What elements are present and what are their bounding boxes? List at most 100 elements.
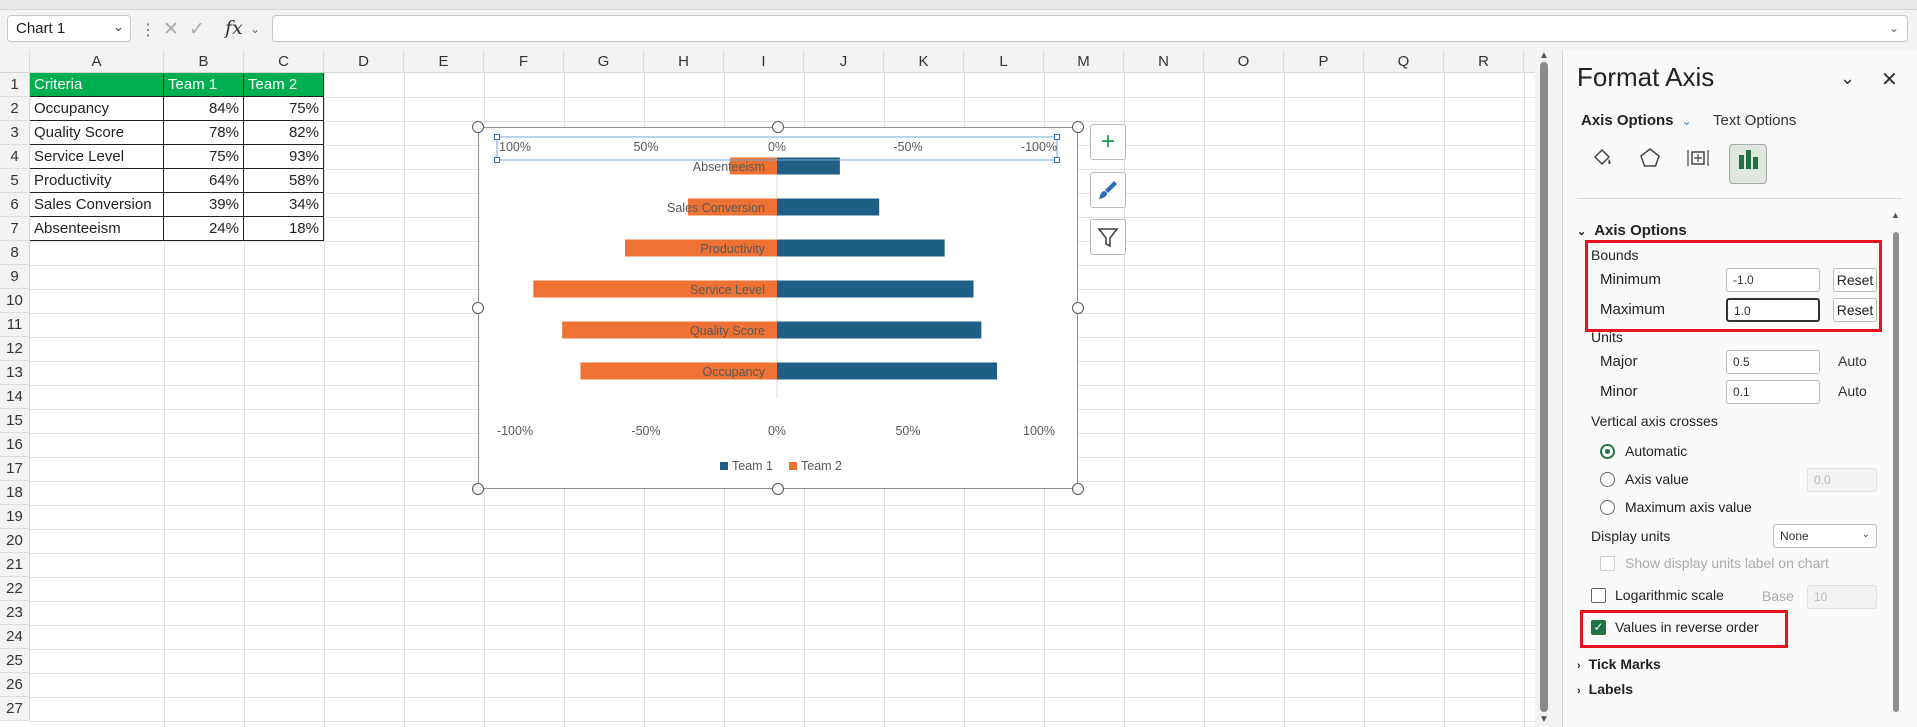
row-header[interactable]: 15 xyxy=(0,409,30,433)
formula-input[interactable]: ⌄ xyxy=(272,15,1908,42)
column-header[interactable]: D xyxy=(324,50,404,73)
row-header[interactable]: 10 xyxy=(0,289,30,313)
table-header-cell[interactable]: Team 1 xyxy=(164,73,244,97)
insert-function-button[interactable]: fx xyxy=(225,17,243,39)
log-scale-checkbox[interactable] xyxy=(1591,588,1606,603)
fill-line-icon[interactable] xyxy=(1583,144,1621,184)
row-header[interactable]: 9 xyxy=(0,265,30,289)
tab-text-options[interactable]: Text Options xyxy=(1713,112,1796,129)
row-header[interactable]: 25 xyxy=(0,649,30,673)
chevron-down-icon[interactable]: ⌄ xyxy=(113,19,124,35)
row-header[interactable]: 14 xyxy=(0,385,30,409)
row-header[interactable]: 21 xyxy=(0,553,30,577)
table-cell[interactable]: Sales Conversion xyxy=(30,193,164,217)
chart[interactable]: Occupancy Quality Score Service Level Produ… xyxy=(478,127,1078,489)
column-header[interactable]: L xyxy=(964,50,1044,73)
chart-filters-button[interactable] xyxy=(1090,219,1126,255)
effects-icon[interactable] xyxy=(1631,144,1669,184)
table-header-cell[interactable]: Criteria xyxy=(30,73,164,97)
major-auto-button[interactable]: Auto xyxy=(1838,353,1867,369)
table-cell[interactable]: 75% xyxy=(244,97,324,121)
table-cell[interactable]: Service Level xyxy=(30,145,164,169)
more-options-icon[interactable]: ⋮ xyxy=(140,20,156,40)
column-header[interactable]: Q xyxy=(1364,50,1444,73)
column-header[interactable]: B xyxy=(164,50,244,73)
row-header[interactable]: 24 xyxy=(0,625,30,649)
row-header[interactable]: 19 xyxy=(0,505,30,529)
resize-handle[interactable] xyxy=(1072,302,1084,314)
row-header[interactable]: 7 xyxy=(0,217,30,241)
row-header[interactable]: 8 xyxy=(0,241,30,265)
column-header[interactable]: P xyxy=(1284,50,1364,73)
cancel-icon[interactable]: ✕ xyxy=(163,19,179,40)
section-labels[interactable]: › Labels xyxy=(1577,681,1633,697)
scroll-down-icon[interactable]: ▼ xyxy=(1539,714,1549,725)
maximum-axis-value-radio[interactable] xyxy=(1600,500,1615,515)
row-header[interactable]: 11 xyxy=(0,313,30,337)
section-axis-options[interactable]: ⌄ Axis Options xyxy=(1577,222,1687,239)
table-cell[interactable]: Absenteeism xyxy=(30,217,164,241)
column-header[interactable]: C xyxy=(244,50,324,73)
table-cell[interactable]: Quality Score xyxy=(30,121,164,145)
resize-handle[interactable] xyxy=(472,483,484,495)
column-header[interactable]: N xyxy=(1124,50,1204,73)
column-header[interactable]: F xyxy=(484,50,564,73)
resize-handle[interactable] xyxy=(472,302,484,314)
row-header[interactable]: 18 xyxy=(0,481,30,505)
column-header[interactable]: R xyxy=(1444,50,1524,73)
row-header[interactable]: 23 xyxy=(0,601,30,625)
close-icon[interactable]: ✕ xyxy=(1881,67,1898,92)
row-header[interactable]: 5 xyxy=(0,169,30,193)
select-all-corner[interactable] xyxy=(0,50,30,73)
vertical-scrollbar[interactable]: ▲ ▼ xyxy=(1537,50,1551,727)
chevron-down-icon[interactable]: ⌄ xyxy=(1682,114,1692,128)
table-cell[interactable]: 18% xyxy=(244,217,324,241)
scroll-thumb[interactable] xyxy=(1540,62,1548,712)
axis-value-radio[interactable] xyxy=(1600,472,1615,487)
row-header[interactable]: 4 xyxy=(0,145,30,169)
column-header[interactable]: A xyxy=(30,50,164,73)
table-cell[interactable]: Productivity xyxy=(30,169,164,193)
major-input[interactable]: 0.5 xyxy=(1726,350,1820,374)
scroll-up-icon[interactable]: ▲ xyxy=(1539,50,1549,61)
table-cell[interactable]: 93% xyxy=(244,145,324,169)
axis-options-icon[interactable] xyxy=(1729,144,1767,184)
column-header[interactable]: O xyxy=(1204,50,1284,73)
column-header[interactable]: I xyxy=(724,50,804,73)
table-cell[interactable]: 39% xyxy=(164,193,244,217)
display-units-select[interactable]: None ⌄ xyxy=(1773,524,1877,548)
row-header[interactable]: 27 xyxy=(0,697,30,721)
chevron-down-icon[interactable]: ⌄ xyxy=(250,22,260,36)
row-header[interactable]: 17 xyxy=(0,457,30,481)
table-cell[interactable]: 64% xyxy=(164,169,244,193)
column-header[interactable]: M xyxy=(1044,50,1124,73)
column-header[interactable]: E xyxy=(404,50,484,73)
table-header-cell[interactable]: Team 2 xyxy=(244,73,324,97)
minor-input[interactable]: 0.1 xyxy=(1726,380,1820,404)
name-box[interactable]: Chart 1 ⌄ xyxy=(7,15,131,42)
column-header[interactable]: J xyxy=(804,50,884,73)
chart-styles-button[interactable] xyxy=(1090,172,1126,208)
row-header[interactable]: 12 xyxy=(0,337,30,361)
resize-handle[interactable] xyxy=(772,121,784,133)
table-cell[interactable]: 34% xyxy=(244,193,324,217)
chart-elements-button[interactable]: + xyxy=(1090,124,1126,160)
expand-formula-icon[interactable]: ⌄ xyxy=(1889,21,1899,35)
row-header[interactable]: 3 xyxy=(0,121,30,145)
resize-handle[interactable] xyxy=(472,121,484,133)
row-header[interactable]: 26 xyxy=(0,673,30,697)
table-cell[interactable]: 24% xyxy=(164,217,244,241)
automatic-radio[interactable] xyxy=(1600,444,1615,459)
table-cell[interactable]: 58% xyxy=(244,169,324,193)
task-pane-options-icon[interactable]: ⌄ xyxy=(1840,68,1855,89)
table-cell[interactable]: 75% xyxy=(164,145,244,169)
row-header[interactable]: 16 xyxy=(0,433,30,457)
section-tick-marks[interactable]: › Tick Marks xyxy=(1577,656,1661,672)
row-header[interactable]: 6 xyxy=(0,193,30,217)
size-properties-icon[interactable] xyxy=(1679,144,1717,184)
row-header[interactable]: 2 xyxy=(0,97,30,121)
resize-handle[interactable] xyxy=(1072,121,1084,133)
table-cell[interactable]: 84% xyxy=(164,97,244,121)
row-header[interactable]: 1 xyxy=(0,73,30,97)
resize-handle[interactable] xyxy=(772,483,784,495)
